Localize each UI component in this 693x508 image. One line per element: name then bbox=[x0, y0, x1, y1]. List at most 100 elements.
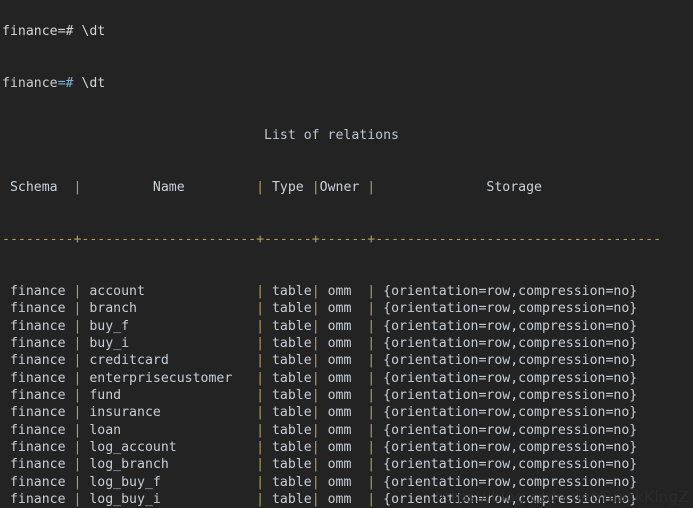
column-header-owner: Owner bbox=[319, 179, 368, 195]
cell-type: table bbox=[264, 335, 312, 351]
cell-type: table bbox=[264, 283, 312, 299]
column-divider: | bbox=[311, 474, 320, 490]
cell-name: log_buy_i bbox=[81, 491, 257, 507]
column-divider: | bbox=[311, 301, 320, 317]
cell-name: insurance bbox=[81, 405, 257, 421]
cell-schema: finance bbox=[2, 370, 74, 386]
separator-dashes: ------------------------------------ bbox=[375, 231, 662, 247]
cell-owner: omm bbox=[319, 370, 368, 386]
cell-schema: finance bbox=[2, 301, 74, 317]
cell-type: table bbox=[264, 439, 312, 455]
column-divider: | bbox=[256, 283, 265, 299]
column-divider: | bbox=[256, 387, 265, 403]
column-divider: | bbox=[256, 318, 265, 334]
column-divider: | bbox=[256, 491, 265, 507]
cell-storage: {orientation=row,compression=no} bbox=[375, 335, 662, 351]
cell-name: buy_i bbox=[81, 335, 257, 351]
cell-type: table bbox=[264, 474, 312, 490]
cell-owner: omm bbox=[319, 318, 368, 334]
column-divider: | bbox=[311, 353, 320, 369]
table-row: finance | enterprisecustomer | table| om… bbox=[2, 370, 669, 387]
separator-dashes: ---------------------- bbox=[81, 231, 257, 247]
column-divider: | bbox=[311, 491, 320, 507]
cell-type: table bbox=[264, 405, 312, 421]
separator-dashes: ------ bbox=[319, 231, 368, 247]
cell-storage: {orientation=row,compression=no} bbox=[375, 457, 662, 473]
cell-owner: omm bbox=[319, 353, 368, 369]
column-divider: | bbox=[311, 370, 320, 386]
column-divider: | bbox=[256, 422, 265, 438]
cell-type: table bbox=[264, 301, 312, 317]
column-header-schema: Schema bbox=[2, 179, 74, 195]
separator-junction: + bbox=[256, 231, 265, 247]
table-row: finance | account | table| omm | {orient… bbox=[2, 283, 669, 300]
table-row: finance | branch | table| omm | {orienta… bbox=[2, 300, 669, 317]
column-divider: | bbox=[256, 370, 265, 386]
cell-owner: omm bbox=[319, 387, 368, 403]
cell-storage: {orientation=row,compression=no} bbox=[375, 318, 662, 334]
cell-storage: {orientation=row,compression=no} bbox=[375, 283, 662, 299]
column-divider: | bbox=[311, 318, 320, 334]
cell-schema: finance bbox=[2, 474, 74, 490]
column-divider: | bbox=[256, 457, 265, 473]
table-row: finance | log_account | table| omm | {or… bbox=[2, 439, 669, 456]
cell-schema: finance bbox=[2, 439, 74, 455]
table-body: finance | account | table| omm | {orient… bbox=[2, 283, 669, 508]
cell-type: table bbox=[264, 422, 312, 438]
cell-name: log_account bbox=[81, 439, 257, 455]
cell-owner: omm bbox=[319, 457, 368, 473]
column-divider: | bbox=[256, 353, 265, 369]
cell-schema: finance bbox=[2, 353, 74, 369]
cell-schema: finance bbox=[2, 491, 74, 507]
separator-dashes: --------- bbox=[2, 231, 74, 247]
cell-storage: {orientation=row,compression=no} bbox=[375, 301, 662, 317]
table-header-row: Schema | Name | Type |Owner | Storage bbox=[2, 179, 669, 196]
cell-name: enterprisecustomer bbox=[81, 370, 257, 386]
table-row: finance | buy_i | table| omm | {orientat… bbox=[2, 335, 669, 352]
cell-name: buy_f bbox=[81, 318, 257, 334]
cell-name: creditcard bbox=[81, 353, 257, 369]
column-header-name: Name bbox=[81, 179, 257, 195]
cell-owner: omm bbox=[319, 335, 368, 351]
table-header-separator: ---------+----------------------+------+… bbox=[2, 231, 669, 248]
prompt-line[interactable]: finance=# \dt bbox=[2, 75, 669, 92]
table-title-line: List of relations bbox=[2, 127, 669, 144]
cell-owner: omm bbox=[319, 422, 368, 438]
terminal-scrollback: finance=# \dt finance=# \dt List of rela… bbox=[2, 0, 669, 508]
cell-schema: finance bbox=[2, 405, 74, 421]
column-divider: | bbox=[256, 301, 265, 317]
column-header-type: Type bbox=[264, 179, 312, 195]
cell-schema: finance bbox=[2, 283, 74, 299]
cell-name: log_buy_f bbox=[81, 474, 257, 490]
cell-owner: omm bbox=[319, 283, 368, 299]
cell-owner: omm bbox=[319, 474, 368, 490]
clipped-previous-prompt-line: finance=# \dt bbox=[2, 23, 669, 40]
cell-name: log_branch bbox=[81, 457, 257, 473]
column-divider: | bbox=[311, 422, 320, 438]
cell-storage: {orientation=row,compression=no} bbox=[375, 387, 662, 403]
column-header-storage: Storage bbox=[375, 179, 662, 195]
table-row: finance | log_buy_i | table| omm | {orie… bbox=[2, 491, 669, 508]
column-divider: | bbox=[311, 439, 320, 455]
cell-type: table bbox=[264, 491, 312, 507]
cell-owner: omm bbox=[319, 491, 368, 507]
cell-type: table bbox=[264, 370, 312, 386]
table-row: finance | log_branch | table| omm | {ori… bbox=[2, 456, 669, 473]
prompt-command: \dt bbox=[73, 75, 106, 91]
cell-owner: omm bbox=[319, 301, 368, 317]
cell-storage: {orientation=row,compression=no} bbox=[375, 474, 662, 490]
cell-type: table bbox=[264, 457, 312, 473]
table-row: finance | creditcard | table| omm | {ori… bbox=[2, 352, 669, 369]
prompt-database: finance bbox=[2, 75, 58, 91]
cell-type: table bbox=[264, 387, 312, 403]
terminal-window[interactable]: finance=# \dt finance=# \dt List of rela… bbox=[0, 0, 693, 508]
cell-storage: {orientation=row,compression=no} bbox=[375, 422, 662, 438]
column-divider: | bbox=[311, 457, 320, 473]
column-divider: | bbox=[311, 405, 320, 421]
table-row: finance | log_buy_f | table| omm | {orie… bbox=[2, 474, 669, 491]
separator-dashes: ------ bbox=[264, 231, 312, 247]
cell-name: fund bbox=[81, 387, 257, 403]
table-row: finance | insurance | table| omm | {orie… bbox=[2, 404, 669, 421]
clipped-prompt-text: finance=# \dt bbox=[2, 23, 106, 39]
column-divider: | bbox=[311, 283, 320, 299]
